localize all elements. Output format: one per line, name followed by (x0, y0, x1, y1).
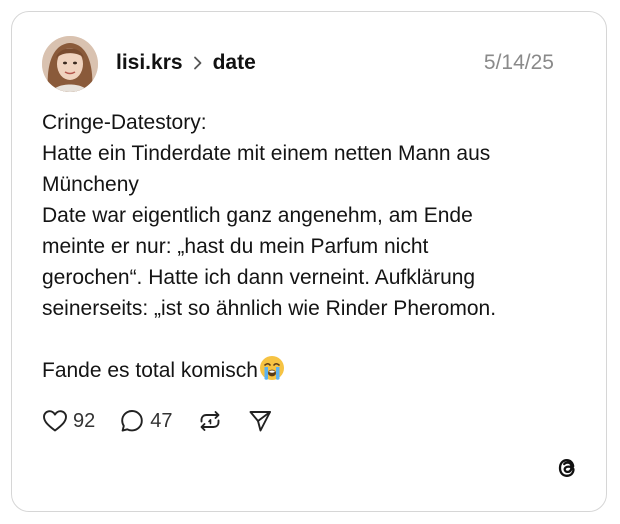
reply-count: 47 (150, 409, 173, 432)
topic-tag[interactable]: date (213, 51, 256, 75)
like-count: 92 (73, 409, 96, 432)
reply-button[interactable]: 47 (119, 408, 173, 434)
threads-logo-icon (554, 454, 580, 487)
post-body: Cringe-Datestory: Hatte ein Tinderdate m… (42, 107, 582, 390)
post-header: lisi.krs date (116, 48, 256, 78)
share-icon (249, 411, 271, 432)
post-text-line: Date war eigentlich ganz angenehm, am En… (42, 204, 473, 227)
repost-button[interactable] (197, 408, 223, 434)
avatar[interactable] (42, 36, 98, 92)
post-text-line: seinerseits: „ist so ähnlich wie Rinder … (42, 297, 497, 320)
heart-icon (43, 410, 67, 432)
post-closing-line: Fande es total komisch (42, 355, 582, 390)
post-date: 5/14/25 (483, 51, 554, 74)
post-text-line: gerochen“. Hatte ich dann verneint. Aufk… (42, 266, 476, 289)
post-closing-text: Fande es total komisch (42, 359, 258, 382)
loudly-crying-face-emoji-icon (259, 355, 285, 390)
author-username[interactable]: lisi.krs (116, 51, 183, 75)
post-card: lisi.krs date 5/14/25 Cringe-Datestory: … (11, 11, 607, 512)
action-bar: 92 47 (42, 408, 297, 434)
post-text-line: meinte er nur: „hast du mein Parfum nich… (42, 235, 429, 258)
post-text-line: Cringe-Datestory: (42, 111, 207, 134)
like-button[interactable]: 92 (42, 409, 95, 433)
post-text-line: Müncheny (42, 173, 139, 196)
chevron-right-icon (193, 56, 203, 70)
repost-icon (200, 411, 219, 431)
reply-bubble-icon (121, 410, 143, 432)
post-text-line: Hatte ein Tinderdate mit einem netten Ma… (42, 142, 491, 165)
avatar-image (42, 36, 98, 92)
share-button[interactable] (247, 408, 273, 434)
